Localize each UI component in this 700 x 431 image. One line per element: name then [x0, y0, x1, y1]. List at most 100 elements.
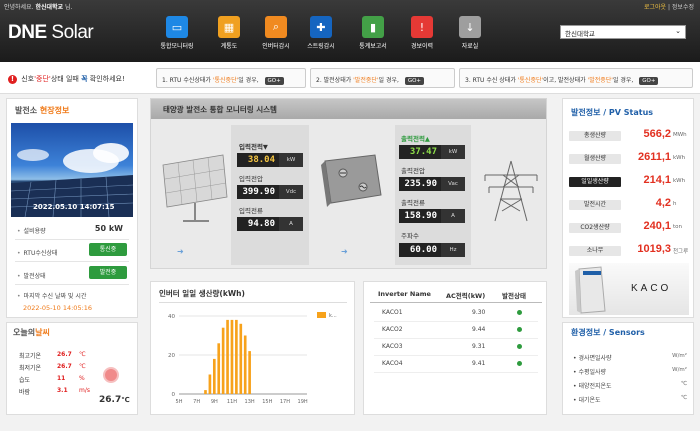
sensor-label: 경사면일사량: [578, 355, 612, 362]
nav-item[interactable]: ▦ 계통도: [207, 16, 251, 50]
nav-item[interactable]: ✚ 스트링감시: [299, 16, 343, 50]
site-select-value: 한신대학교: [565, 30, 595, 38]
alert-text-emph: 꼭: [81, 75, 88, 83]
pv-stat-label: 일일생산량: [569, 177, 621, 187]
alert-text-post: 확인하세요!: [89, 75, 125, 83]
frequency-value: 60.00: [409, 245, 437, 255]
weather-row-label: 최저기온: [19, 365, 42, 372]
monitor-icon: ▭: [166, 16, 188, 38]
site-select[interactable]: 한신대학교 ⌄: [560, 25, 686, 39]
inverter-ac: 9.41: [472, 360, 486, 367]
sensor-row: • 경사면일사량 W/m²: [573, 353, 693, 362]
capacity-unit: kW: [108, 224, 123, 233]
inverter-ac: 9.30: [472, 309, 486, 316]
warning-icon: !: [411, 16, 433, 38]
bar: [226, 319, 229, 394]
pv-stat-label: 소나무: [569, 246, 621, 256]
output-voltage-label: 출력전압: [401, 167, 425, 175]
pv-stat-unit: 천그루: [673, 249, 689, 255]
input-power-label: 입력전력▼: [239, 143, 268, 151]
gen-status-badge: 발전중: [89, 266, 127, 279]
pv-stat-label: 발전시간: [569, 200, 621, 210]
guide-3: 3. RTU 수신 상태가 '통신중단'이고, 발전상태가 '발전중단'일 경우…: [459, 68, 693, 88]
header-divider: [370, 302, 542, 303]
x-tick-label: 13H: [245, 399, 255, 405]
solar-array-icon: [162, 154, 228, 222]
weather-title-pre: 오늘의: [13, 328, 36, 337]
current-temp-value: 26.7: [99, 395, 122, 405]
inverter-ac: 9.44: [472, 326, 486, 333]
guide-2-highlight: '발전중단': [353, 77, 379, 84]
weather-row-label: 최고기온: [19, 353, 42, 360]
arrow-right-icon: ➜: [177, 247, 184, 256]
x-tick-label: 5H: [176, 399, 183, 405]
logo-product: Solar: [46, 22, 94, 43]
inverter-name: KACO4: [382, 360, 403, 367]
sensor-label: 태양전지온도: [578, 383, 612, 390]
bar: [212, 358, 216, 394]
nav-item[interactable]: ↓ 자료실: [448, 16, 492, 50]
logout-link[interactable]: 로그아웃: [644, 4, 666, 11]
output-voltage-value: 235.90: [404, 179, 437, 189]
nav-item[interactable]: ▭ 통합모니터링: [155, 16, 199, 50]
string-icon: ✚: [310, 16, 332, 38]
legend-swatch: [317, 312, 326, 318]
guide-3-highlight-2: '발전중단': [587, 77, 613, 84]
notice-bar: ! 신호'중단'상태 일때 꼭 확인하세요! 1. RTU 수신상태가 '통신중…: [0, 62, 700, 94]
pv-stat-value: 240,1: [643, 220, 671, 232]
weather-title: 오늘의날씨: [7, 323, 137, 342]
app-logo[interactable]: DNE Solar: [8, 22, 94, 44]
weather-row-unit: ℃: [79, 351, 86, 358]
status-dot-icon: [517, 361, 522, 366]
x-tick-label: 7H: [193, 399, 200, 405]
input-power-unit: kW: [279, 153, 303, 167]
input-voltage-value: 399.90: [242, 187, 275, 197]
guide-2-pre: 2. 발전상태가: [316, 77, 352, 84]
edit-info-link[interactable]: 정보수정: [672, 4, 694, 11]
welcome-prefix: 안녕하세요.: [4, 4, 34, 11]
sensor-row: • 수평일사량 W/m²: [573, 367, 693, 376]
input-voltage-label: 입력전압: [239, 175, 263, 183]
output-power-value: 37.47: [409, 147, 437, 157]
frequency-unit: Hz: [441, 243, 465, 257]
bar: [248, 351, 251, 394]
guide-1-go-button[interactable]: GO+: [264, 77, 284, 85]
output-power-display: 37.47 kW: [399, 145, 465, 159]
guide-2-go-button[interactable]: GO+: [404, 77, 425, 85]
weather-panel: 오늘의날씨 최고기온 26.7 ℃ 최저기온 26.7 ℃ 습도 11% 바람 3.1 m/s 26…: [6, 322, 138, 415]
plant-info-title-pre: 발전소: [15, 106, 40, 115]
daily-production-panel: 인버터 일일 생산량(kWh) 0 20 40 5H 7H 9H 11H 13H 15H 17H 1…: [150, 281, 355, 415]
sensor-unit: W/m²: [672, 367, 687, 373]
sensor-label: 대기온도: [578, 397, 601, 404]
x-tick-label: 11H: [227, 399, 237, 405]
nav-item[interactable]: ▮ 통계보고서: [351, 16, 395, 50]
nav-item-label: 자료실: [461, 43, 479, 50]
monitoring-title: 태양광 발전소 통합 모니터링 시스템: [151, 99, 546, 119]
weather-title-hl: 날씨: [35, 328, 50, 337]
pv-stat-label: 월생산량: [569, 154, 621, 164]
output-current-unit: A: [441, 209, 465, 223]
sensor-unit: W/m²: [672, 353, 687, 359]
bar: [208, 374, 212, 394]
nav-item[interactable]: ⌕ 인버터감시: [254, 16, 298, 50]
magnifier-icon: ⌕: [265, 16, 287, 38]
app-header: 안녕하세요. 한신대학교 님. 로그아웃 | 정보수정 DNE Solar ▭ 통…: [0, 0, 700, 62]
nav-item[interactable]: ! 경보이력: [400, 16, 444, 50]
output-current-value: 158.90: [404, 211, 437, 221]
account-links: 로그아웃 | 정보수정: [644, 2, 694, 11]
input-current-unit: A: [279, 217, 303, 231]
pv-stat-row: 일일생산량 214,1 kWh: [569, 173, 693, 190]
notice-alert: ! 신호'중단'상태 일때 꼭 확인하세요!: [8, 74, 125, 84]
inverter-name: KACO2: [382, 326, 403, 333]
user-name: 한신대학교: [35, 4, 64, 11]
row-divider: [374, 338, 538, 339]
status-dot-icon: [517, 310, 522, 315]
guide-3-pre: 3. RTU 수신 상태가: [465, 77, 516, 84]
download-icon: ↓: [459, 16, 481, 38]
input-voltage-display: 399.90 Vdc: [237, 185, 303, 199]
guide-3-go-button[interactable]: GO+: [639, 77, 659, 85]
x-tick-label: 15H: [262, 399, 272, 405]
pv-status-panel: 발전정보 / PV Status 총생산량 566,2 MWh 월생산량 2611,1 k…: [562, 98, 694, 318]
pv-stat-row: 소나무 1019,3 천그루: [569, 242, 693, 259]
pv-stat-value: 214,1: [643, 174, 671, 186]
